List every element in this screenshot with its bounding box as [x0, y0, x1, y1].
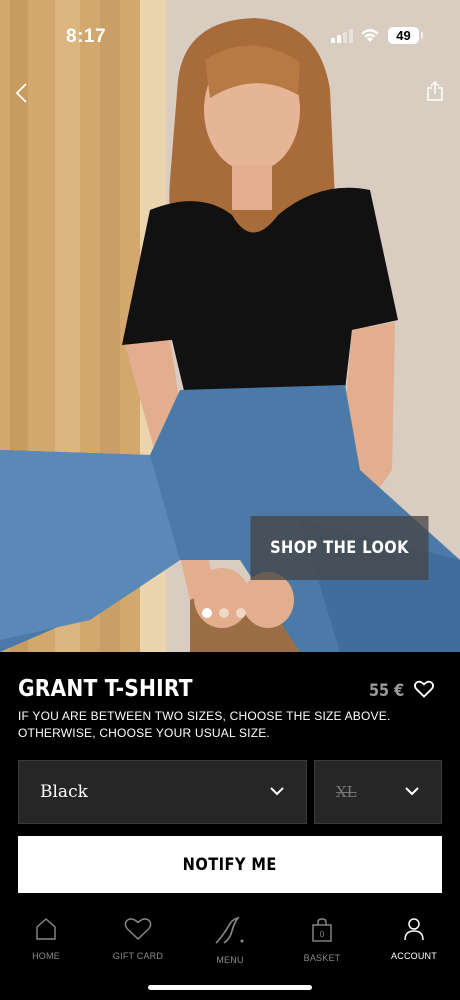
tab-label: GIFT CARD [112, 951, 164, 961]
pager-dot[interactable] [202, 608, 212, 618]
tab-label: HOME [32, 951, 60, 961]
tab-home[interactable]: HOME [0, 917, 92, 961]
battery-icon: 49 [388, 27, 423, 44]
product-hero-image[interactable]: 8:17 49 SHOP THE LOOK [0, 0, 460, 652]
share-icon [427, 80, 443, 101]
chevron-left-icon [15, 83, 27, 103]
size-select[interactable]: XL [314, 760, 442, 824]
basket-count: 0 [320, 930, 325, 939]
image-pager[interactable] [202, 608, 246, 618]
notify-me-label: NOTIFY ME [182, 854, 278, 875]
color-select[interactable]: Black [18, 760, 307, 824]
home-indicator [148, 985, 312, 990]
product-price: 55 € [369, 681, 405, 701]
notify-me-button[interactable]: NOTIFY ME [18, 836, 442, 893]
cellular-signal-icon [331, 29, 353, 43]
heart-icon [414, 680, 434, 698]
status-bar: 8:17 49 [0, 0, 460, 70]
tab-label: ACCOUNT [391, 951, 437, 961]
basket-icon: 0 [312, 918, 332, 942]
account-icon [404, 918, 424, 941]
pager-dot[interactable] [219, 608, 229, 618]
size-select-value: XL [336, 783, 357, 801]
tab-gift-card[interactable]: GIFT CARD [92, 917, 184, 961]
shop-the-look-button[interactable]: SHOP THE LOOK [250, 516, 429, 580]
battery-level: 49 [396, 28, 411, 43]
back-button[interactable] [6, 78, 36, 108]
tab-label: MENU [216, 955, 244, 965]
home-icon [36, 918, 56, 940]
tab-basket[interactable]: 0 BASKET [276, 917, 368, 963]
heart-icon [124, 918, 152, 940]
product-title: GRANT T-SHIRT [18, 676, 193, 702]
color-select-value: Black [40, 782, 88, 802]
status-time: 8:17 [66, 26, 107, 47]
chevron-down-icon [405, 787, 419, 796]
tab-menu[interactable]: MENU [184, 917, 276, 965]
brand-logo-icon [215, 917, 244, 944]
tab-label: BASKET [303, 953, 341, 963]
size-advice-text: IF YOU ARE BETWEEN TWO SIZES, CHOOSE THE… [18, 709, 391, 740]
pager-dot[interactable] [236, 608, 246, 618]
favorite-button[interactable] [414, 680, 436, 700]
share-button[interactable] [420, 76, 450, 106]
chevron-down-icon [270, 787, 284, 796]
wifi-icon [361, 29, 379, 42]
tab-account[interactable]: ACCOUNT [368, 917, 460, 961]
